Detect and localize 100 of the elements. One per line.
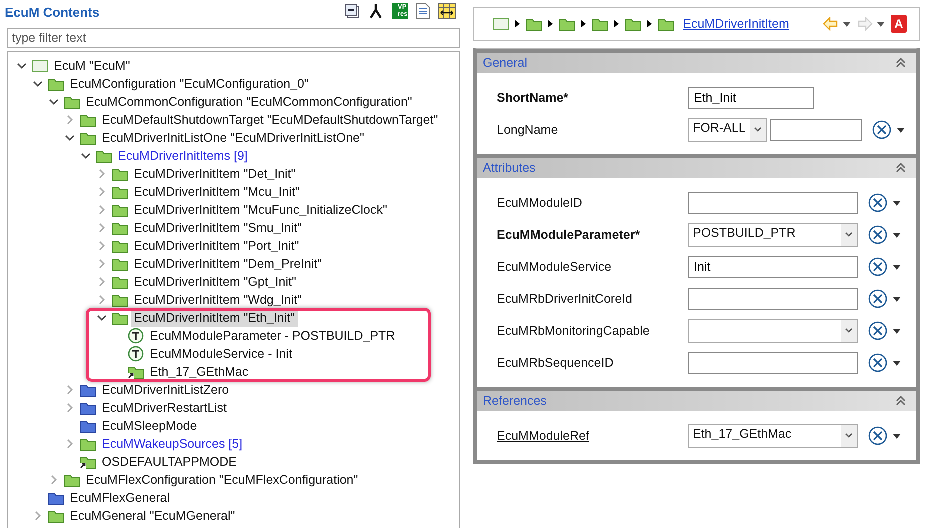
separator-arrow-icon xyxy=(647,20,652,28)
tree-item[interactable]: EcuMModuleService - Init xyxy=(147,346,296,362)
language-dropdown[interactable]: FOR-ALL xyxy=(688,118,767,142)
collapse-icon[interactable] xyxy=(896,163,906,173)
tree-item[interactable]: EcuMDriverInitItem "McuFunc_InitializeClock" xyxy=(131,202,390,218)
folder-icon xyxy=(64,473,80,487)
tree-item[interactable]: EcuMDriverInitItem "Port_Init" xyxy=(131,238,302,254)
tree-item[interactable]: EcuMDriverInitItem "Wdg_Init" xyxy=(131,292,305,308)
text-field[interactable] xyxy=(688,288,858,310)
tree-item[interactable]: EcuMDriverInitListOne "EcuMDriverInitListOne" xyxy=(99,130,368,146)
dropdown-field[interactable] xyxy=(688,319,858,343)
section-header[interactable]: References xyxy=(477,387,916,411)
expand-chevron-icon[interactable] xyxy=(98,205,106,215)
separator-arrow-icon xyxy=(515,20,520,28)
tree-item[interactable]: EcuMFlexConfiguration "EcuMFlexConfiguration" xyxy=(83,472,362,488)
collapse-chevron-icon[interactable] xyxy=(97,314,107,322)
folder-icon xyxy=(112,221,128,235)
actions-button[interactable] xyxy=(868,289,901,309)
collapse-chevron-icon[interactable] xyxy=(49,98,59,106)
reference-icon xyxy=(80,455,96,469)
text-field[interactable]: Init xyxy=(688,256,858,278)
folder-icon xyxy=(112,311,128,325)
filter-field[interactable]: type filter text xyxy=(7,28,460,48)
actions-button[interactable] xyxy=(868,193,901,213)
expand-chevron-icon[interactable] xyxy=(98,277,106,287)
caret-icon xyxy=(893,200,901,206)
tree-item[interactable]: EcuMDriverInitItem "Smu_Init" xyxy=(131,220,305,236)
tree-item[interactable]: EcuMDriverInitListZero xyxy=(99,382,232,398)
tree-item[interactable]: EcuM "EcuM" xyxy=(51,58,134,74)
actions-button[interactable] xyxy=(868,426,901,446)
expand-chevron-icon[interactable] xyxy=(98,169,106,179)
tree-item[interactable]: EcuMDriverInitItem "Det_Init" xyxy=(131,166,299,182)
section-header[interactable]: Attributes xyxy=(477,154,916,178)
tree-item[interactable]: EcuMGeneral "EcuMGeneral" xyxy=(67,508,238,524)
folder-icon xyxy=(625,17,641,31)
collapse-all-icon[interactable] xyxy=(344,3,360,19)
folder-icon xyxy=(658,17,674,31)
tree-item[interactable]: EcuMWakeupSources [5] xyxy=(99,436,246,452)
tree-item[interactable]: EcuMSleepMode xyxy=(99,418,200,434)
actions-button[interactable] xyxy=(872,120,906,140)
collapse-icon[interactable] xyxy=(896,58,906,68)
tree-item[interactable]: EcuMFlexGeneral xyxy=(67,490,174,506)
tree-item[interactable]: EcuMDriverInitItems [9] xyxy=(115,148,251,164)
actions-button[interactable] xyxy=(868,321,901,341)
back-button[interactable] xyxy=(822,17,850,31)
expand-chevron-icon[interactable] xyxy=(34,511,42,521)
expand-chevron-icon[interactable] xyxy=(98,241,106,251)
tree-item[interactable]: EcuMModuleParameter - POSTBUILD_PTR xyxy=(147,328,398,344)
collapse-chevron-icon[interactable] xyxy=(17,62,27,70)
folder-icon xyxy=(80,113,96,127)
breadcrumb-link[interactable]: EcuMDriverInitItem xyxy=(683,14,790,34)
expand-chevron-icon[interactable] xyxy=(50,475,58,485)
column-width-icon[interactable] xyxy=(438,3,456,19)
folder-icon xyxy=(112,185,128,199)
section-header[interactable]: General xyxy=(477,49,916,73)
folder-icon xyxy=(526,17,542,31)
tree-item[interactable]: EcuMDriverInitItem "Dem_PreInit" xyxy=(131,256,326,272)
expand-chevron-icon[interactable] xyxy=(98,223,106,233)
caret-icon xyxy=(897,128,906,132)
document-icon[interactable] xyxy=(416,3,430,19)
actions-button[interactable] xyxy=(868,225,901,245)
expand-chevron-icon[interactable] xyxy=(98,187,106,197)
folder-icon xyxy=(80,131,96,145)
expand-chevron-icon[interactable] xyxy=(98,259,106,269)
collapse-chevron-icon[interactable] xyxy=(65,134,75,142)
caret-icon xyxy=(893,264,901,270)
back-arrow-icon xyxy=(822,17,838,31)
tree-item[interactable]: EcuMDriverRestartList xyxy=(99,400,230,416)
field-link[interactable]: EcuMModuleRef xyxy=(497,426,688,446)
folder-icon xyxy=(80,383,96,397)
actions-button[interactable] xyxy=(868,353,901,373)
tree-item[interactable]: EcuMDefaultShutdownTarget "EcuMDefaultShutdownTarget" xyxy=(99,112,442,128)
collapse-chevron-icon[interactable] xyxy=(81,152,91,160)
expand-chevron-icon[interactable] xyxy=(66,439,74,449)
section-title: General xyxy=(483,54,528,72)
tree-item[interactable]: Eth_17_GEthMac xyxy=(147,364,252,380)
expand-chevron-icon[interactable] xyxy=(66,403,74,413)
text-field[interactable] xyxy=(688,192,858,214)
tree-item[interactable]: EcuMConfiguration "EcuMConfiguration_0" xyxy=(67,76,312,92)
folder-icon xyxy=(48,491,64,505)
expand-chevron-icon[interactable] xyxy=(66,115,74,125)
expand-chevron-icon[interactable] xyxy=(98,295,106,305)
tree-item[interactable]: EcuMDriverInitItem "Gpt_Init" xyxy=(131,274,300,290)
text-field[interactable]: Eth_Init xyxy=(688,87,814,109)
tree-item[interactable]: OSDEFAULTAPPMODE xyxy=(99,454,240,470)
dropdown-field[interactable]: Eth_17_GEthMac xyxy=(688,424,858,448)
folder-icon xyxy=(64,95,80,109)
dropdown-field[interactable]: POSTBUILD_PTR xyxy=(688,223,858,247)
collapse-chevron-icon[interactable] xyxy=(33,80,43,88)
caret-icon xyxy=(893,434,901,438)
tree-item[interactable]: EcuMCommonConfiguration "EcuMCommonConfiguration" xyxy=(83,94,416,110)
expand-chevron-icon[interactable] xyxy=(66,385,74,395)
tree-item[interactable]: EcuMDriverInitItem "Mcu_Init" xyxy=(131,184,303,200)
text-field[interactable] xyxy=(688,352,858,374)
fork-icon[interactable] xyxy=(368,3,384,19)
actions-button[interactable] xyxy=(868,257,901,277)
a-button[interactable]: A xyxy=(891,15,907,33)
collapse-icon[interactable] xyxy=(896,396,906,406)
reference-icon xyxy=(128,365,144,379)
text-field[interactable] xyxy=(770,119,862,141)
